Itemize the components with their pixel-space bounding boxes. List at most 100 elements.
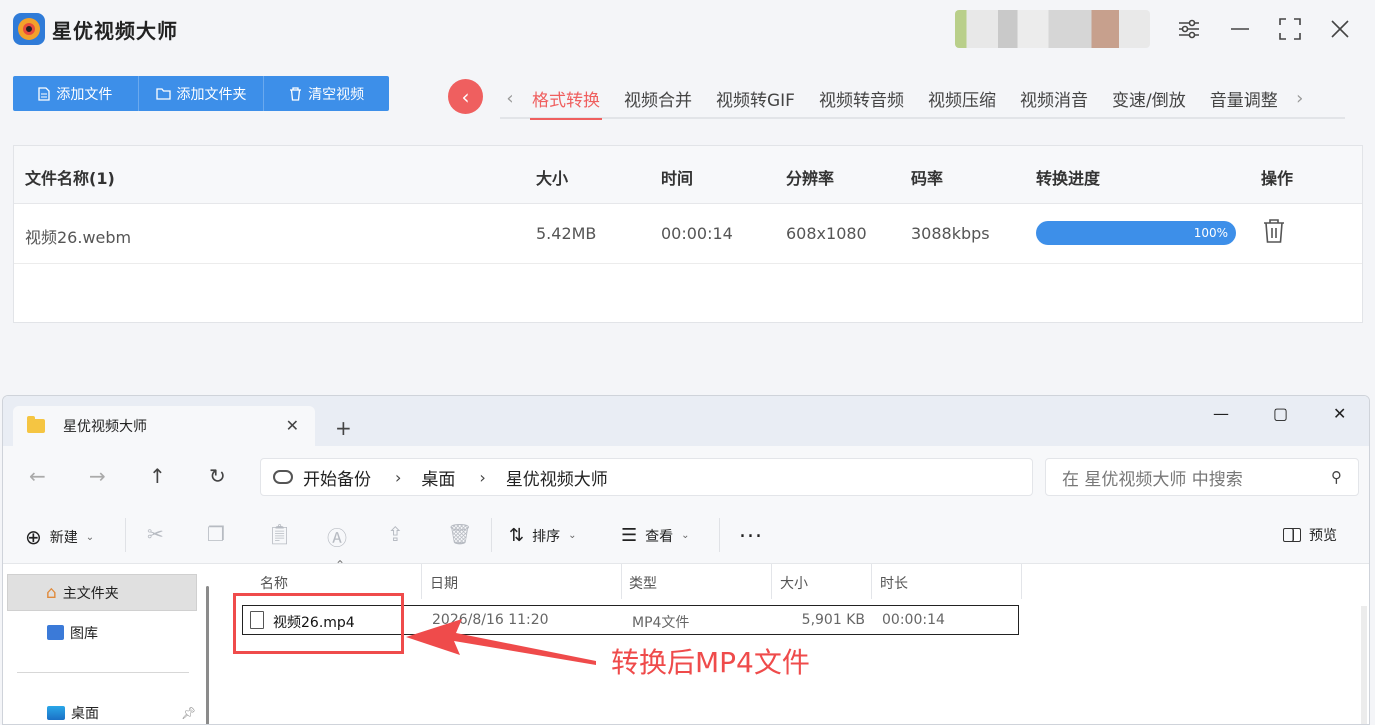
close-icon[interactable] — [1327, 16, 1353, 42]
sidebar-scrollbar[interactable] — [206, 586, 209, 724]
tab-format-convert[interactable]: 格式转换 — [520, 78, 612, 120]
paste-icon[interactable]: 📋︎ — [267, 522, 292, 546]
preview-label: 预览 — [1309, 528, 1337, 544]
tab-close-icon[interactable]: ✕ — [286, 416, 299, 435]
explorer-tab[interactable]: 星优视频大师 ✕ — [13, 406, 315, 446]
rename-icon[interactable]: Ⓐ — [327, 522, 347, 551]
share-icon[interactable]: ⇪ — [387, 522, 404, 546]
breadcrumb-chevron-icon[interactable]: › — [395, 468, 401, 487]
explorer-minimize-icon[interactable]: — — [1213, 404, 1229, 423]
col-duration[interactable]: 时长 — [880, 573, 908, 593]
minimize-icon[interactable] — [1227, 16, 1253, 42]
delete-icon[interactable]: 🗑︎ — [447, 522, 472, 546]
app-logo — [13, 13, 45, 45]
more-options-icon[interactable]: ... — [739, 518, 763, 543]
chevron-down-icon: ⌄ — [681, 530, 690, 541]
col-action: 操作 — [1261, 169, 1294, 188]
explorer-maximize-icon[interactable]: ▢ — [1273, 404, 1288, 423]
tabs-next-arrow-icon[interactable]: › — [1290, 88, 1310, 109]
annotation-label: 转换后MP4文件 — [611, 646, 810, 679]
delete-trash-icon[interactable] — [1262, 218, 1286, 246]
add-folder-button[interactable]: 添加文件夹 — [139, 76, 265, 111]
sort-icon: ⇅ — [509, 525, 525, 546]
chevron-left-icon: ‹ — [461, 84, 470, 109]
file-type: MP4文件 — [632, 615, 690, 631]
breadcrumb-chevron-icon[interactable]: › — [479, 468, 485, 487]
file-size: 5,901 KB — [801, 612, 865, 628]
new-tab-plus-icon[interactable]: + — [335, 416, 352, 440]
tab-video-mute[interactable]: 视频消音 — [1008, 78, 1100, 118]
collapse-back-button[interactable]: ‹ — [448, 79, 483, 114]
sidebar-item-label: 桌面 — [71, 705, 99, 722]
file-duration: 00:00:14 — [882, 612, 945, 628]
sort-button[interactable]: ⇅ 排序 ⌄ — [509, 525, 576, 546]
col-time: 时间 — [661, 169, 694, 188]
new-button[interactable]: ⊕ 新建 ⌄ — [25, 525, 94, 549]
trash-icon — [290, 86, 302, 101]
plus-circle-icon: ⊕ — [25, 525, 42, 549]
app-title: 星优视频大师 — [52, 19, 178, 43]
breadcrumb-start-backup[interactable]: 开始备份 — [303, 465, 371, 490]
pin-icon[interactable]: 📌︎ — [181, 706, 196, 720]
folder-icon — [155, 88, 171, 100]
tab-video-merge[interactable]: 视频合并 — [612, 78, 704, 118]
sidebar-divider — [17, 672, 189, 673]
cut-icon[interactable]: ✂ — [147, 522, 164, 546]
sidebar-item-gallery[interactable]: 图库 — [7, 614, 197, 651]
add-file-label: 添加文件 — [56, 86, 113, 103]
chevron-down-icon: ⌄ — [85, 531, 95, 543]
breadcrumb-desktop[interactable]: 桌面 — [421, 465, 455, 490]
maximize-icon[interactable] — [1277, 16, 1303, 42]
preview-pane-icon — [1283, 528, 1301, 542]
forward-arrow-icon[interactable]: → — [89, 464, 106, 488]
tabs-prev-arrow-icon[interactable]: ‹ — [500, 88, 520, 109]
home-icon: ⌂ — [46, 582, 57, 603]
tab-speed-reverse[interactable]: 变速/倒放 — [1100, 78, 1198, 118]
copy-icon[interactable]: ❐ — [207, 522, 225, 546]
row-bitrate: 3088kbps — [911, 224, 990, 243]
tab-video-to-gif[interactable]: 视频转GIF — [704, 78, 807, 118]
view-label: 查看 — [645, 528, 674, 545]
sidebar-item-home[interactable]: ⌂ 主文件夹 — [7, 574, 197, 611]
clear-videos-label: 清空视频 — [308, 86, 365, 103]
settings-sliders-icon[interactable] — [1176, 16, 1202, 42]
chevron-down-icon: ⌄ — [568, 530, 577, 541]
address-bar[interactable]: 开始备份 › 桌面 › 星优视频大师 — [260, 458, 1033, 496]
col-name[interactable]: 名称 — [260, 573, 288, 593]
file-icon — [38, 86, 50, 101]
row-resolution: 608x1080 — [786, 224, 867, 243]
user-avatar-blurred[interactable] — [955, 10, 1150, 48]
view-list-icon: ☰ — [621, 525, 638, 546]
back-arrow-icon[interactable]: ← — [29, 464, 46, 488]
tab-video-compress[interactable]: 视频压缩 — [916, 78, 1008, 118]
explorer-tab-title: 星优视频大师 — [63, 419, 147, 435]
explorer-command-bar: ⊕ 新建 ⌄ ✂ ❐ 📋︎ Ⓐ ⇪ 🗑︎ ⇅ 排序 ⌄ ☰ 查看 ⌄ ... 预… — [3, 506, 1369, 564]
row-size: 5.42MB — [536, 224, 597, 243]
view-button[interactable]: ☰ 查看 ⌄ — [621, 525, 690, 546]
sidebar-item-desktop[interactable]: 桌面 📌︎ — [7, 694, 197, 724]
breadcrumb-current-folder[interactable]: 星优视频大师 — [506, 465, 608, 490]
cloud-backup-icon — [273, 470, 293, 484]
explorer-scrollbar[interactable] — [1361, 606, 1367, 724]
col-bitrate: 码率 — [911, 169, 944, 188]
preview-pane-button[interactable]: 预览 — [1283, 525, 1337, 545]
col-date[interactable]: 日期 — [430, 573, 458, 593]
col-type[interactable]: 类型 — [629, 573, 657, 593]
table-row[interactable]: 视频26.webm 5.42MB 00:00:14 608x1080 3088k… — [14, 204, 1362, 264]
tab-volume-adjust[interactable]: 音量调整 — [1198, 78, 1290, 118]
red-arrow-icon — [406, 619, 596, 665]
gallery-icon — [47, 625, 64, 640]
col-progress: 转换进度 — [1036, 169, 1101, 188]
col-size[interactable]: 大小 — [780, 573, 808, 593]
clear-videos-button[interactable]: 清空视频 — [264, 76, 389, 111]
explorer-titlebar: 星优视频大师 ✕ + — ▢ ✕ — [3, 396, 1369, 446]
tab-video-to-audio[interactable]: 视频转音频 — [807, 78, 916, 118]
up-arrow-icon[interactable]: ↑ — [149, 464, 166, 488]
explorer-close-icon[interactable]: ✕ — [1333, 404, 1346, 423]
table-header: 文件名称(1) 大小 时间 分辨率 码率 转换进度 操作 — [14, 146, 1362, 204]
add-file-button[interactable]: 添加文件 — [13, 76, 139, 111]
explorer-search-input[interactable]: 在 星优视频大师 中搜索 ⚲ — [1045, 458, 1359, 496]
sort-caret-icon: ⌃ — [335, 558, 346, 572]
refresh-icon[interactable]: ↻ — [209, 464, 226, 488]
function-tabs: ‹ 格式转换 视频合并 视频转GIF 视频转音频 视频压缩 视频消音 变速/倒放… — [500, 78, 1345, 120]
